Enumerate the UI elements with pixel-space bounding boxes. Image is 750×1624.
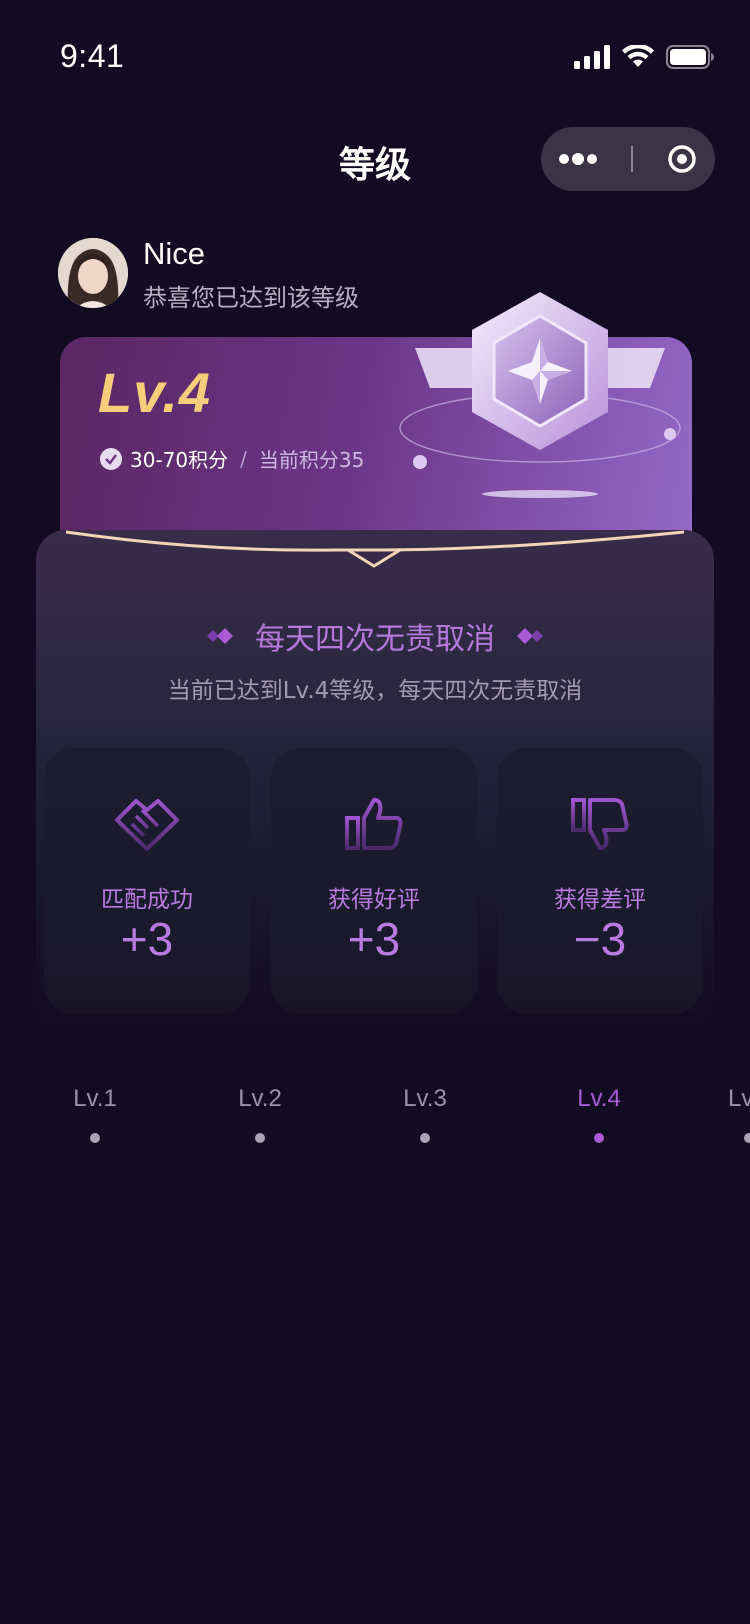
rule-card-match: 匹配成功 +3 bbox=[44, 748, 250, 1014]
level-label: Lv.4 bbox=[98, 361, 211, 424]
points-separator: / bbox=[240, 446, 247, 471]
current-points: 当前积分35 bbox=[258, 448, 365, 472]
rule-label: 获得好评 bbox=[328, 887, 420, 913]
status-time: 9:41 bbox=[60, 38, 125, 74]
level-dot-5 bbox=[744, 1133, 750, 1143]
mini-program-capsule bbox=[541, 127, 715, 191]
level-dot-2 bbox=[255, 1133, 265, 1143]
benefit-description: 当前已达到Lv.4等级，每天四次无责取消 bbox=[167, 678, 583, 704]
panel-pointer bbox=[65, 530, 685, 568]
avatar-image bbox=[58, 238, 128, 308]
diamond-decoration-icon bbox=[207, 628, 233, 644]
benefit-title-row: 每天四次无责取消 bbox=[0, 614, 750, 658]
rule-card-good-review: 获得好评 +3 bbox=[271, 748, 477, 1014]
points-range: 30-70积分 bbox=[130, 448, 229, 472]
status-icons bbox=[574, 44, 714, 70]
level-tab-5-clip: Lv.5 bbox=[728, 1085, 750, 1119]
level-tab-3[interactable]: Lv.3 bbox=[365, 1085, 485, 1113]
level-tab-5[interactable]: Lv.5 bbox=[728, 1085, 750, 1112]
rule-value: +3 bbox=[347, 913, 401, 965]
thumbs-up-icon bbox=[345, 798, 403, 850]
capsule-divider bbox=[630, 146, 633, 172]
rule-label: 匹配成功 bbox=[101, 887, 193, 913]
user-subtitle: 恭喜您已达到该等级 bbox=[143, 284, 359, 312]
rule-value: +3 bbox=[120, 913, 174, 965]
more-dots-icon bbox=[558, 153, 597, 165]
check-icon bbox=[100, 447, 122, 470]
level-tab-2[interactable]: Lv.2 bbox=[200, 1085, 320, 1113]
rule-card-bad-review: 获得差评 −3 bbox=[497, 748, 703, 1014]
diamond-decoration-icon bbox=[517, 628, 543, 644]
rule-label: 获得差评 bbox=[554, 887, 646, 913]
target-close-icon bbox=[668, 145, 697, 173]
thumbs-down-icon bbox=[571, 798, 629, 850]
level-badge-icon bbox=[399, 292, 681, 498]
level-tab-1[interactable]: Lv.1 bbox=[35, 1085, 155, 1113]
level-dot-4 bbox=[594, 1133, 604, 1143]
user-name: Nice bbox=[143, 236, 206, 271]
points-range-row: 30-70积分 / 当前积分35 bbox=[100, 444, 364, 473]
handshake-icon bbox=[115, 799, 179, 851]
more-button[interactable] bbox=[558, 153, 598, 165]
benefit-title: 每天四次无责取消 bbox=[255, 622, 495, 657]
level-dot-1 bbox=[90, 1133, 100, 1143]
wifi-icon bbox=[622, 45, 654, 67]
avatar[interactable] bbox=[58, 238, 128, 308]
close-button[interactable] bbox=[666, 143, 698, 175]
level-tab-4[interactable]: Lv.4 bbox=[539, 1085, 659, 1113]
rule-value: −3 bbox=[573, 913, 627, 965]
signal-icon bbox=[574, 45, 610, 69]
level-dot-3 bbox=[420, 1133, 430, 1143]
battery-icon bbox=[666, 45, 714, 69]
